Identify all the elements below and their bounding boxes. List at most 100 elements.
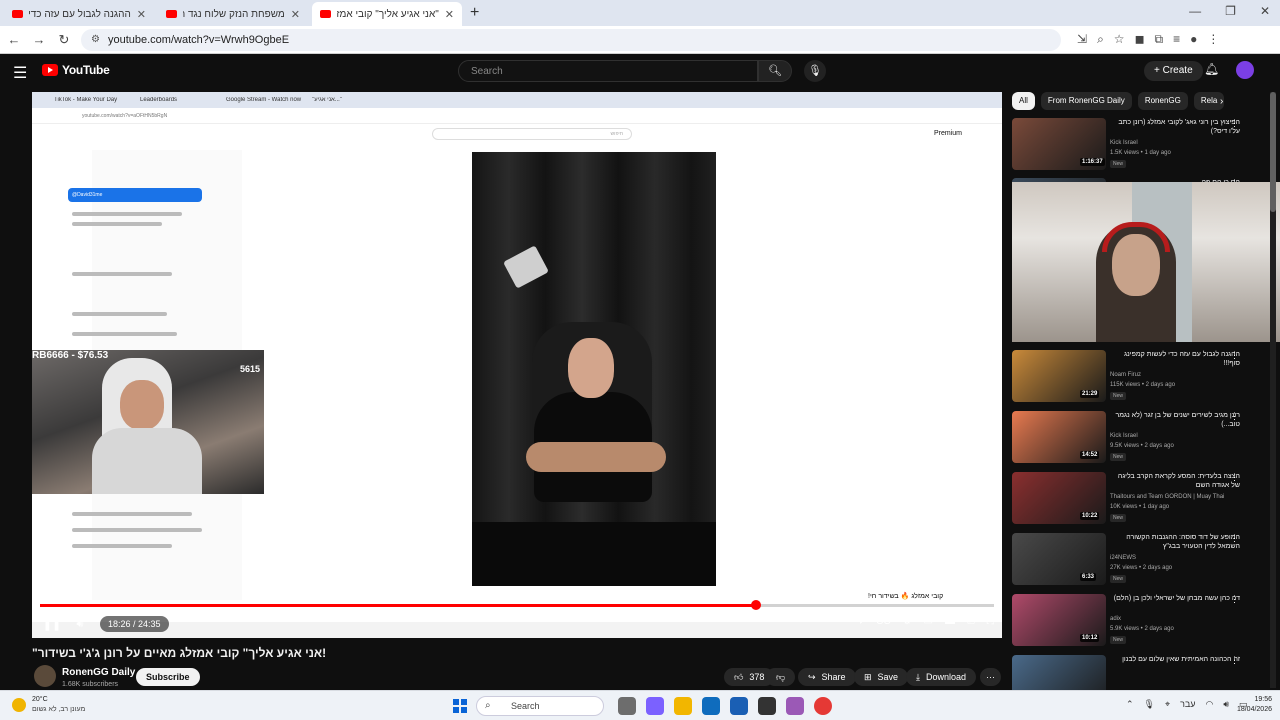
chrome-icon[interactable] [814,697,832,715]
browser-tab[interactable]: ההגנה לגבול עם עזה כדי למה ✕ [4,2,154,26]
reload-icon[interactable]: ↻ [53,32,75,48]
download-button[interactable]: ⤓ Download [906,668,977,686]
account-avatar[interactable] [1236,61,1254,79]
channel-name[interactable]: RonenGG Daily [62,667,135,678]
create-button[interactable]: + Create [1144,61,1203,81]
wifi-icon[interactable]: ◠ [1206,699,1214,710]
new-tab-button[interactable]: + [470,2,479,26]
language-indicator[interactable]: עבר [1180,699,1195,710]
extensions-puzzle-icon[interactable]: ⧉ [1155,32,1164,47]
edge-icon[interactable] [702,697,720,715]
browser-tab-active[interactable]: "אני אגיע אליך" קובי אמזלג ✕ [312,2,462,26]
url-field[interactable]: ⚙ youtube.com/watch?v=Wrwh9OgbeE [81,28,1061,51]
share-button[interactable]: ↪ Share [798,668,856,686]
install-app-icon[interactable]: ⇲ [1077,32,1087,47]
subscribe-button[interactable]: Subscribe [136,668,200,686]
chip-from-channel[interactable]: From RonenGG Daily [1040,92,1132,110]
youtube-logo[interactable]: YouTube [42,63,110,77]
video-title[interactable]: דה כהן עשה מבחן של ישראלי ולכן בן (הלם) [1110,594,1240,603]
maximize-icon[interactable]: ❐ [1225,4,1236,18]
chevron-right-icon[interactable]: › [1220,96,1223,107]
recommended-video[interactable]: 21:29 ההגנה לגבול עם עזה כדי לעשות קמפינג… [1012,350,1266,408]
close-window-icon[interactable]: ✕ [1260,4,1270,18]
extension-icon[interactable]: ◼ [1135,32,1145,47]
notifications-bell-icon[interactable]: 🔔︎ [1204,62,1219,76]
more-vertical-icon[interactable]: ⋮ [1230,472,1239,483]
microphone-icon[interactable]: 🎙︎ [1144,699,1155,710]
bookmark-star-icon[interactable]: ☆ [1114,32,1125,47]
file-explorer-icon[interactable] [674,697,692,715]
chevron-up-icon[interactable]: ⌃ [1126,699,1134,710]
menu-icon[interactable]: ☰ [13,63,27,83]
recommended-video[interactable]: 10:22 הצצה בלעדית: המסע לקראת הקרב בליגה … [1012,472,1266,530]
channel-name[interactable]: Kick Israel [1110,433,1138,439]
page-scrollbar[interactable] [1270,92,1276,688]
recommended-video[interactable]: 14:52 רונן מגיב לשירים ישנים של בן זגר (ל… [1012,411,1266,469]
autoplay-toggle-icon[interactable]: ⏵ [859,616,864,627]
video-title[interactable]: המופע של דוד סוסה: ההגנבות הקשורה השמאל … [1110,533,1240,551]
media-controls-icon[interactable]: ≡ [1173,32,1180,47]
close-tab-icon[interactable]: ✕ [291,8,300,21]
recommended-video[interactable]: 6:33 המופע של דוד סוסה: ההגנבות הקשורה הש… [1012,533,1266,591]
voice-search-button[interactable]: 🎙︎ [804,60,826,82]
channel-name[interactable]: i24NEWS [1110,555,1136,561]
profile-avatar-icon[interactable]: ● [1190,32,1197,47]
task-view-icon[interactable] [618,697,636,715]
chip-all[interactable]: All [1012,92,1035,110]
recommended-video[interactable]: 1:16:37 הפיצוץ בין רוני גאג' לקובי אמזלג … [1012,118,1266,176]
browser-tab[interactable]: משפחת הנזק שלוח נגד החוזר ✕ [158,2,308,26]
zoom-icon[interactable]: ⌕ [1097,32,1104,47]
location-icon[interactable]: ⌖ [1165,699,1170,710]
scrollbar-thumb[interactable] [1270,92,1276,212]
more-vertical-icon[interactable]: ⋮ [1230,411,1239,422]
forward-icon[interactable]: → [28,32,50,47]
video-title[interactable]: הצצה בלעדית: המסע לקראת הקרב בליגה של אג… [1110,472,1240,490]
channel-name[interactable]: Kick Israel [1110,140,1138,146]
taskbar-clock[interactable]: 19:56 18/04/2026 [1226,695,1272,715]
channel-avatar[interactable] [34,665,56,687]
minimize-icon[interactable]: — [1189,4,1201,18]
scrubber-handle[interactable] [750,600,761,610]
video-title[interactable]: רונן מגיב לשירים ישנים של בן זגר (לא נגמ… [1110,411,1241,429]
video-title[interactable]: הפיצוץ בין רוני גאג' לקובי אמזלג (רונן כ… [1110,118,1240,136]
volume-icon[interactable]: 🔊︎ [66,618,94,631]
search-button[interactable]: 🔍︎ [758,60,792,82]
more-vertical-icon[interactable]: ⋮ [1230,594,1239,605]
theater-mode-icon[interactable]: ▬ [945,616,955,627]
settings-gear-icon[interactable]: ⚙ [903,616,912,627]
more-vertical-icon[interactable]: ⋮ [1230,655,1239,666]
video-player[interactable]: TikTok - Make Your Day Leaderboards Goog… [32,92,1002,638]
site-info-icon[interactable]: ⚙ [91,34,100,45]
more-vertical-icon[interactable]: ⋮ [1230,118,1239,129]
dislike-button[interactable]: 👎︎ [766,668,796,686]
new-badge: New [1110,160,1127,168]
more-vertical-icon[interactable]: ⋮ [1230,350,1239,361]
more-actions-button[interactable]: ··· [980,668,1001,686]
subtitles-icon[interactable]: CC [876,616,890,627]
messenger-icon[interactable] [786,697,804,715]
cast-icon[interactable]: ⎚ [967,616,975,627]
back-icon[interactable]: ← [3,32,25,47]
pause-icon[interactable]: ❚❚ [38,618,66,631]
teams-icon[interactable] [646,697,664,715]
close-tab-icon[interactable]: ✕ [137,8,146,21]
channel-name[interactable]: adix [1110,616,1121,622]
video-title[interactable]: זה הכהונה האמיתית שאין שלום עם לבנון [1110,655,1240,664]
more-vertical-icon[interactable]: ⋮ [1230,533,1239,544]
store-icon[interactable] [730,697,748,715]
video-title[interactable]: ההגנה לגבול עם עזה כדי לעשות קמפינג סוף!… [1110,350,1240,368]
app-icon[interactable] [758,697,776,715]
channel-name[interactable]: Noam Firuz [1110,372,1141,378]
chip-ronengg[interactable]: RonenGG [1137,92,1188,110]
miniplayer-icon[interactable]: ▭ [924,616,933,627]
weather-icon[interactable] [12,698,26,712]
save-button[interactable]: ⊞ Save [854,668,909,686]
chrome-menu-icon[interactable]: ⋮ [1207,32,1219,47]
channel-name[interactable]: Thaitours and Team GORDON | Muay Thai [1110,494,1224,500]
taskbar-search[interactable]: ⌕ Search [476,696,604,716]
windows-start-icon[interactable] [453,699,467,713]
close-tab-icon[interactable]: ✕ [445,8,454,21]
fullscreen-icon[interactable]: ⛶ [987,616,994,627]
search-input[interactable]: Search [458,60,758,82]
recommended-video[interactable]: 10:12 דה כהן עשה מבחן של ישראלי ולכן בן (… [1012,594,1266,652]
